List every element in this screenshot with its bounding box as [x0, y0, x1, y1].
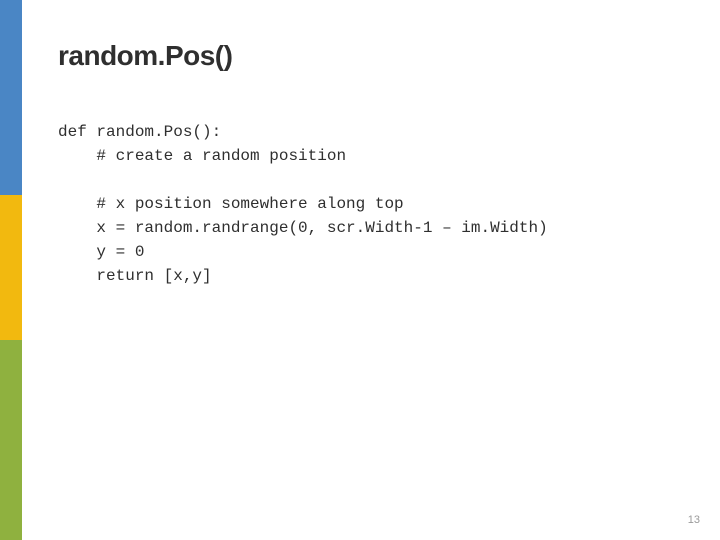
- sidebar-bar-yellow: [0, 195, 22, 340]
- slide-title: random.Pos(): [58, 40, 690, 72]
- sidebar-color-strip: [0, 0, 22, 540]
- sidebar-bar-blue: [0, 0, 22, 195]
- sidebar-bar-green: [0, 340, 22, 540]
- page-number: 13: [688, 514, 700, 526]
- slide-content: random.Pos() def random.Pos(): # create …: [58, 40, 690, 288]
- code-block: def random.Pos(): # create a random posi…: [58, 120, 690, 288]
